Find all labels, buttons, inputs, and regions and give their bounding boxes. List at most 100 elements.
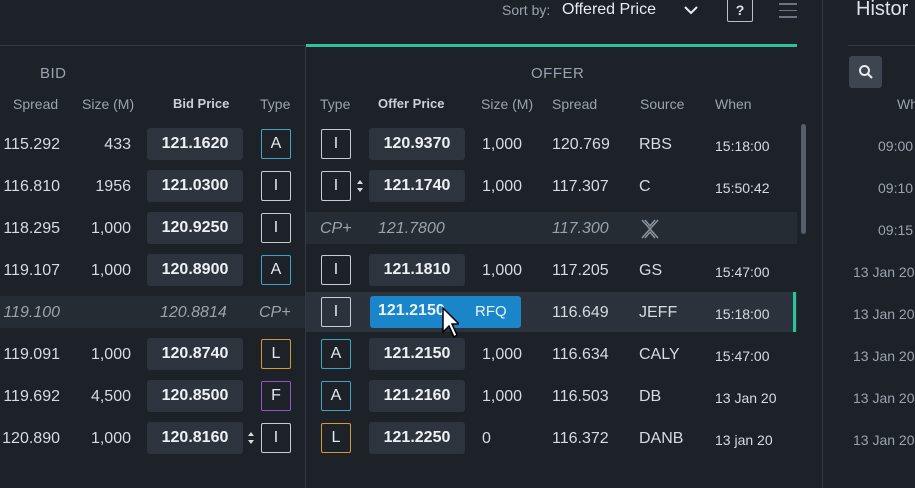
bid-header-spread[interactable]: Spread (13, 96, 58, 112)
bid-size: 4,500 (90, 388, 131, 405)
bid-spread: 118.295 (3, 220, 60, 237)
bid-type-badge: I (261, 423, 291, 453)
bid-spread: 119.100 (3, 304, 60, 321)
bid-type-badge: L (261, 339, 291, 369)
offer-header-spread[interactable]: Spread (552, 96, 597, 112)
offer-when: 15:47:00 (715, 264, 770, 280)
offer-spread: 120.769 (552, 136, 610, 153)
offer-composite-price: 121.7800 (378, 220, 445, 237)
offer-type-badge: A (321, 381, 351, 411)
history-search-button[interactable] (849, 56, 882, 88)
bid-type-badge: I (261, 213, 291, 243)
search-icon (858, 65, 873, 79)
offer-price-button[interactable]: 121.1810 (369, 254, 465, 286)
offer-header-type[interactable]: Type (320, 96, 350, 112)
offer-size: 1,000 (482, 388, 523, 405)
history-when: 13 Jan 20 (853, 432, 915, 448)
bid-size: 1,000 (90, 262, 131, 279)
bid-price-button[interactable]: 120.9250 (147, 212, 243, 244)
rfq-label: RFQ (475, 303, 507, 320)
offer-source: DB (639, 388, 662, 405)
offer-source: CALY (639, 346, 680, 363)
offer-type-badge: I (321, 129, 351, 159)
reorder-arrows-icon[interactable] (247, 431, 255, 445)
offer-when: 15:50:42 (715, 180, 770, 196)
offer-source: C (639, 178, 651, 195)
bid-spread: 120.890 (2, 430, 60, 447)
sort-dropdown[interactable]: Offered Price (562, 0, 702, 20)
offer-type-badge: I (321, 297, 351, 327)
offer-spread: 117.300 (552, 220, 609, 237)
bid-price-button[interactable]: 121.0300 (147, 170, 243, 202)
offer-type-badge: I (321, 255, 351, 285)
offer-price-button[interactable]: 121.2250 (369, 422, 465, 454)
offer-spread: 117.307 (552, 178, 609, 195)
history-header-when: Wh (897, 96, 915, 112)
bid-top-border (0, 45, 305, 46)
history-divider (822, 0, 823, 488)
bid-spread: 115.292 (3, 136, 60, 153)
offer-source: JEFF (639, 304, 678, 321)
history-when: 09:15 (878, 222, 914, 238)
menu-icon[interactable] (779, 2, 797, 18)
offer-type-badge: A (321, 339, 351, 369)
offer-price-button[interactable]: 120.9370 (369, 128, 465, 160)
bid-type-composite: CP+ (259, 304, 291, 321)
history-title: Histor (856, 0, 909, 20)
reorder-arrows-icon[interactable] (356, 179, 364, 193)
offer-size: 0 (482, 430, 491, 447)
offer-header-size[interactable]: Size (M) (481, 96, 533, 112)
bid-header-size[interactable]: Size (M) (82, 96, 134, 112)
bid-header-type[interactable]: Type (260, 96, 290, 112)
bid-price-button[interactable]: 120.8740 (147, 338, 243, 370)
bid-header-price[interactable]: Bid Price (173, 96, 229, 111)
offer-header-source[interactable]: Source (640, 96, 684, 112)
offer-size: 1,000 (482, 262, 523, 279)
history-top-border (848, 45, 915, 46)
help-button[interactable]: ? (727, 0, 753, 22)
scrollbar-thumb[interactable] (801, 124, 806, 234)
offer-when: 15:47:00 (715, 348, 770, 364)
sort-by-label: Sort by: (502, 2, 551, 18)
offer-spread: 116.634 (552, 346, 609, 363)
bid-composite-price: 120.8814 (160, 304, 227, 321)
bid-type-badge: A (261, 255, 291, 285)
bid-price-button[interactable]: 120.8160 (147, 422, 243, 454)
bid-spread: 119.107 (3, 262, 60, 279)
bid-price-button[interactable]: 121.1620 (147, 128, 243, 160)
offer-price-button[interactable]: 121.2150 (369, 338, 465, 370)
bid-type-badge: I (261, 171, 291, 201)
offer-section-label: OFFER (531, 65, 585, 82)
history-when: 09:00 (878, 138, 914, 154)
offer-source: RBS (639, 136, 672, 153)
offer-header-when[interactable]: When (715, 96, 752, 112)
offer-accent-bar (306, 44, 797, 47)
offer-size: 1,000 (482, 136, 523, 153)
chevron-down-icon (684, 6, 698, 15)
history-when: 09:10 (878, 180, 914, 196)
sort-value: Offered Price (562, 1, 656, 18)
bid-size: 1956 (95, 178, 131, 195)
offer-source: GS (639, 262, 663, 279)
bid-size: 1,000 (90, 430, 131, 447)
offer-size: 1,000 (482, 346, 523, 363)
offer-when: 15:18:00 (715, 306, 770, 322)
offer-header-price[interactable]: Offer Price (378, 96, 444, 111)
offer-price-button[interactable]: 121.2160 (369, 380, 465, 412)
bid-price-button[interactable]: 120.8500 (147, 380, 243, 412)
composite-source-icon (641, 219, 659, 239)
bid-spread: 119.091 (3, 346, 60, 363)
bid-type-badge: F (261, 381, 291, 411)
offer-spread: 117.205 (552, 262, 609, 279)
offer-when: 15:18:00 (715, 138, 770, 154)
offer-when: 13 Jan 20 (715, 390, 777, 406)
mouse-cursor-icon (442, 306, 459, 339)
history-when: 13 Jan 20 (853, 390, 915, 406)
bid-size: 1,000 (90, 220, 131, 237)
offer-size: 1,000 (482, 178, 523, 195)
column-divider (305, 46, 306, 488)
bid-spread: 119.692 (3, 388, 60, 405)
offer-price-button[interactable]: 121.1740 (369, 170, 465, 202)
bid-price-button[interactable]: 120.8900 (147, 254, 243, 286)
offer-when: 13 jan 20 (715, 432, 773, 448)
